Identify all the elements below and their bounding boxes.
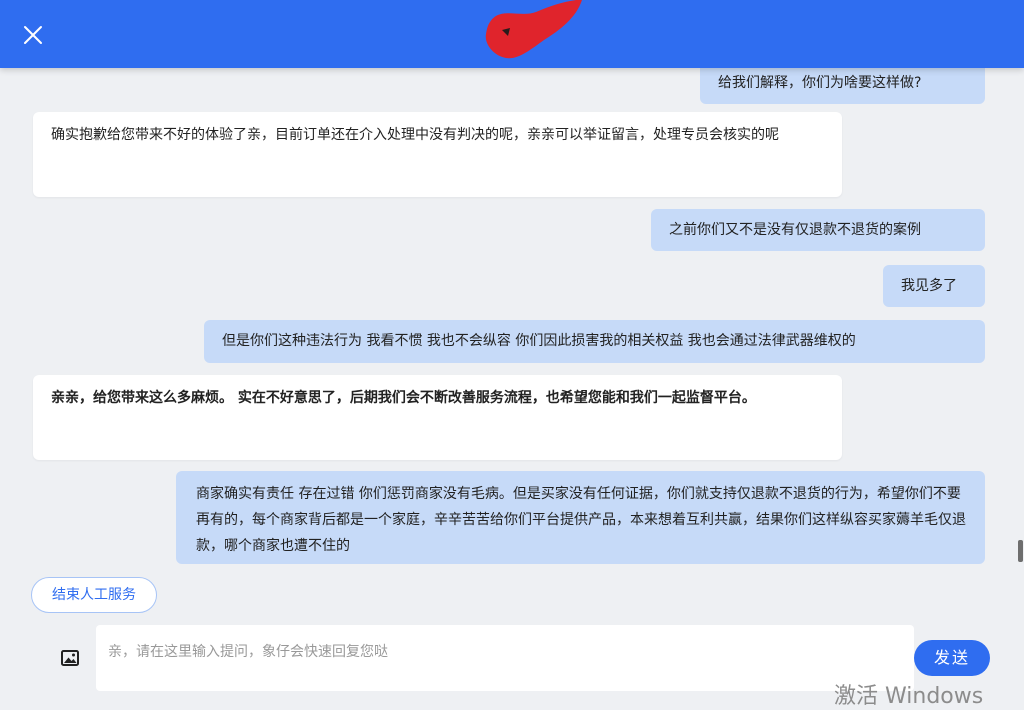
close-icon[interactable] (20, 22, 46, 48)
message-text: 之前你们又不是没有仅退款不退货的案例 (669, 222, 921, 238)
message-list[interactable]: 给我们解释，你们为啥要这样做? 确实抱歉给您带来不好的体验了亲，目前订单还在介入… (0, 68, 1024, 624)
red-scribble-mark (485, 0, 582, 59)
message-agent: 亲亲，给您带来这么多麻烦。 实在不好意思了，后期我们会不断改善服务流程，也希望您… (33, 375, 842, 460)
message-user: 我见多了 (883, 265, 985, 307)
end-human-service-button[interactable]: 结束人工服务 (31, 577, 157, 613)
message-user: 但是你们这种违法行为 我看不惯 我也不会纵容 你们因此损害我的相关权益 我也会通… (204, 320, 985, 363)
message-text: 我见多了 (901, 278, 957, 294)
message-user: 给我们解释，你们为啥要这样做? (700, 68, 985, 104)
message-text: 但是你们这种违法行为 我看不惯 我也不会纵容 你们因此损害我的相关权益 我也会通… (222, 333, 856, 349)
message-input[interactable]: 亲，请在这里输入提问，象仔会快速回复您哒 (96, 625, 914, 691)
message-agent: 确实抱歉给您带来不好的体验了亲，目前订单还在介入处理中没有判决的呢，亲亲可以举证… (33, 112, 842, 197)
message-user: 商家确实有责任 存在过错 你们惩罚商家没有毛病。但是买家没有任何证据，你们就支持… (176, 471, 985, 564)
message-user: 之前你们又不是没有仅退款不退货的案例 (651, 209, 985, 251)
message-text: 给我们解释，你们为啥要这样做? (718, 75, 922, 91)
message-text: 亲亲，给您带来这么多麻烦。 实在不好意思了，后期我们会不断改善服务流程，也希望您… (51, 390, 756, 406)
message-text: 商家确实有责任 存在过错 你们惩罚商家没有毛病。但是买家没有任何证据，你们就支持… (196, 486, 966, 554)
send-button[interactable]: 发送 (914, 640, 990, 676)
image-icon[interactable] (60, 648, 80, 668)
chat-header (0, 0, 1024, 68)
input-placeholder: 亲，请在这里输入提问，象仔会快速回复您哒 (108, 644, 388, 660)
scrollbar[interactable] (1018, 540, 1023, 562)
message-text: 确实抱歉给您带来不好的体验了亲，目前订单还在介入处理中没有判决的呢，亲亲可以举证… (51, 127, 779, 143)
windows-activation-watermark: 激活 Windows (834, 684, 984, 709)
